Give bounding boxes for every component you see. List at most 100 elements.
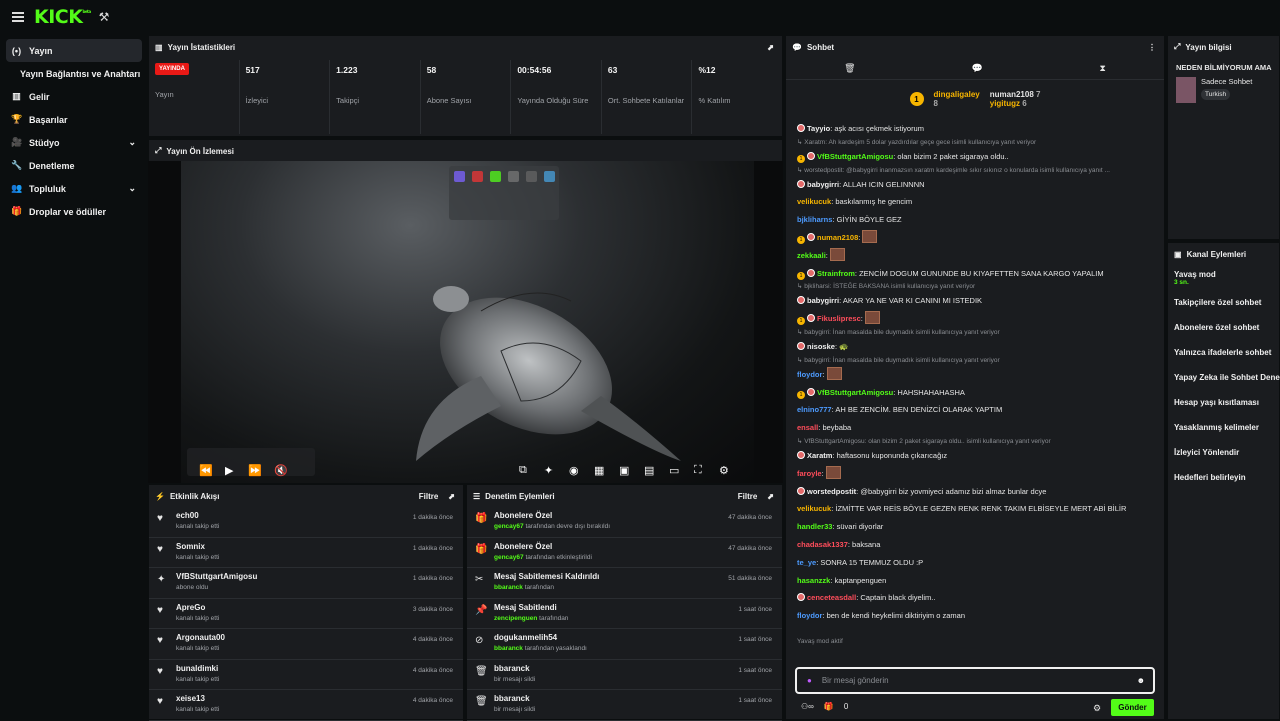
chat-message[interactable]: floydor: ben de kendi heykelimi diktiriy… [786,607,1164,625]
chat-message[interactable]: handler33: süvari diyorlar [786,518,1164,536]
chat-username[interactable]: te_ye [797,558,816,567]
chat-settings-icon[interactable]: ⚙ [1093,703,1101,714]
chat-username[interactable]: ensall [797,423,818,432]
chat-username[interactable]: hasanzzk [797,576,830,585]
chat-message[interactable]: worstedpostit: @babygirri biz yovmiyeci … [786,483,1164,501]
play-icon[interactable]: ▶ [225,464,233,477]
chat-username[interactable]: zekkaali [797,251,826,260]
chat-message[interactable]: nisoske: 🐢 [786,338,1164,356]
category-thumbnail[interactable] [1176,77,1196,103]
mic-icon[interactable]: ● [807,676,812,685]
chat-username[interactable]: bjkliharns [797,215,832,224]
hammer-icon[interactable]: ⚒ [99,10,110,24]
chat-username[interactable]: faroyle [797,469,822,478]
chat-username[interactable]: babygirri [807,180,839,189]
chat-username[interactable]: Fikuslipresc [817,314,861,323]
more-icon[interactable]: ⋮ [1148,43,1156,52]
list-item[interactable]: ♥ xeise13 kanalı takip etti 4 dakika önce [149,690,463,721]
list-item[interactable]: ♥ Argonauta00 kanalı takip etti 4 dakika ön… [149,629,463,660]
chat-username[interactable]: cenceteasdall [807,593,856,602]
list-item[interactable]: 🎁 Abonelere Özel gencay67 tarafından devre… [467,507,782,538]
chat-message[interactable]: Tayyio: aşk acısı çekmek istiyorum [786,120,1164,138]
stream-video[interactable] [181,161,754,483]
trash-icon[interactable]: 🗑 [844,63,855,74]
sidebar-item[interactable]: 🎥 Stüdyo ⌄ [0,131,148,154]
chat-username[interactable]: floydor [797,611,822,620]
sidebar-item[interactable]: ▥ Gelir [0,85,148,108]
list-item[interactable]: ⊘ dogukanmelih54 bbaranck tarafından yasak… [467,629,782,660]
channel-action-item[interactable]: Abonelere özel sohbet [1168,315,1279,340]
sidebar-item[interactable]: 🏆 Başarılar [0,108,148,131]
chat-username[interactable]: babygirri [807,296,839,305]
channel-action-item[interactable]: Takipçilere özel sohbet [1168,290,1279,315]
chat-username[interactable]: velikucuk [797,197,831,206]
sidebar-item[interactable]: 🎁 Droplar ve ödüller [0,200,148,223]
chat-message[interactable]: babygirri: AKAR YA NE VAR KI CANINI MI I… [786,292,1164,310]
popout-icon[interactable]: ⬈ [767,43,774,52]
stats-icon[interactable]: ▦ [594,464,604,477]
chat-username[interactable]: handler33 [797,522,832,531]
moderator-name[interactable]: bbaranck [494,645,523,652]
filter-button[interactable]: Filtre [419,492,439,501]
gift-icon[interactable]: 🎁 [824,702,834,711]
chat-message[interactable]: 1 Strainfrom: ZENCİM DOGUM GUNUNDE BU KIY… [786,265,1164,283]
layout-icon[interactable]: ▭ [669,464,679,477]
chat-message[interactable]: Xaratm: haftasonu kuponunda çıkarıcağız [786,447,1164,465]
moderator-name[interactable]: gencay67 [494,554,524,561]
list-item[interactable]: ♥ ApreGo kanalı takip etti 3 dakika önce [149,599,463,629]
channel-action-item[interactable]: Hesap yaşı kısıtlaması [1168,390,1279,415]
chat-username[interactable]: Xaratm [807,451,832,460]
popout-icon[interactable]: ⬈ [767,492,774,501]
chat-message[interactable]: chadasak1337: baksana [786,536,1164,554]
chat-message[interactable]: ensall: beybaba [786,419,1164,437]
chat-message[interactable]: hasanzzk: kaptanpenguen [786,572,1164,590]
list-item[interactable]: 🗑 bbaranck bir mesajı sildi 1 saat önce [467,690,782,721]
channel-action-item[interactable]: Yalnızca ifadelerle sohbet [1168,340,1279,365]
list-item[interactable]: ✦ VfBStuttgartAmigosu abone oldu 1 dakika ö… [149,568,463,599]
settings-icon[interactable]: ⚙ [719,464,729,477]
chat-message[interactable]: 1 numan2108: [786,229,1164,247]
chat-bubble-icon[interactable]: 💬 [972,63,983,74]
clip-icon[interactable]: ◉ [569,464,579,477]
list-item[interactable]: ♥ ech00 kanalı takip etti 1 dakika önce [149,507,463,538]
sidebar-item[interactable]: (•) Yayın [6,39,142,62]
sidebar-item[interactable]: Yayın Bağlantısı ve Anahtarı [0,62,148,85]
chat-username[interactable]: nisoske [807,342,835,351]
mute-icon[interactable]: 🔇 [274,464,288,477]
chat-username[interactable]: elnino777 [797,405,832,414]
chat-message[interactable]: faroyle: [786,465,1164,483]
chat-message[interactable]: floydor: [786,366,1164,384]
chat-message[interactable]: 1 VfBStuttgartAmigosu: HAHSHAHAHASHA [786,384,1164,402]
channel-action-item[interactable]: Yapay Zeka ile Sohbet Dene [1168,365,1280,390]
channel-action-item[interactable]: Yasaklanmış kelimeler [1168,415,1279,440]
chat-message[interactable]: 1 Fikuslipresc: [786,310,1164,328]
moderator-name[interactable]: zencipenguen [494,615,537,622]
chevron-down-icon[interactable]: ⌄ [128,183,136,194]
chat-message[interactable]: bjkliharns: GİYİN BÖYLE GEZ [786,211,1164,229]
pip-icon[interactable]: ▣ [619,464,629,477]
list-item[interactable]: ✂ Mesaj Sabitlemesi Kaldırıldı bbaranck ta… [467,568,782,599]
points-icon[interactable]: ⚇∞ [801,702,814,711]
chat-username[interactable]: velikucuk [797,504,831,513]
chat-username[interactable]: chadasak1337 [797,540,848,549]
list-item[interactable]: 🎁 Abonelere Özel gencay67 tarafından etkin… [467,538,782,568]
chat-username[interactable]: VfBStuttgartAmigosu [817,388,893,397]
sidebar-item[interactable]: 🔧 Denetleme [0,154,148,177]
chat-message[interactable]: velikucuk: baskılanmış he gencim [786,193,1164,211]
moderator-name[interactable]: gencay67 [494,523,524,530]
channel-action-item[interactable]: İzleyici Yönlendir [1168,440,1279,465]
theater-icon[interactable]: ▤ [644,464,654,477]
chat-username[interactable]: Tayyio [807,124,830,133]
menu-icon[interactable] [12,12,24,22]
chat-message[interactable]: cenceteasdall: Captain black diyelim.. [786,589,1164,607]
chat-message[interactable]: babygirri: ALLAH ICIN GELINNNN [786,176,1164,194]
list-item[interactable]: 🗑 bbaranck bir mesajı sildi 1 saat önce [467,660,782,690]
channel-action-item[interactable]: Yavaş mod 3 sn. [1168,265,1279,290]
popout-icon[interactable]: ⬈ [448,492,455,501]
chat-message[interactable]: zekkaali: [786,247,1164,265]
sidebar-item[interactable]: 👥 Topluluk ⌄ [0,177,148,200]
filter-button[interactable]: Filtre [738,492,758,501]
sparkle-icon[interactable]: ✦ [544,464,553,477]
fullscreen-icon[interactable]: ⛶ [694,464,702,477]
chat-username[interactable]: Strainfrom [817,269,855,278]
